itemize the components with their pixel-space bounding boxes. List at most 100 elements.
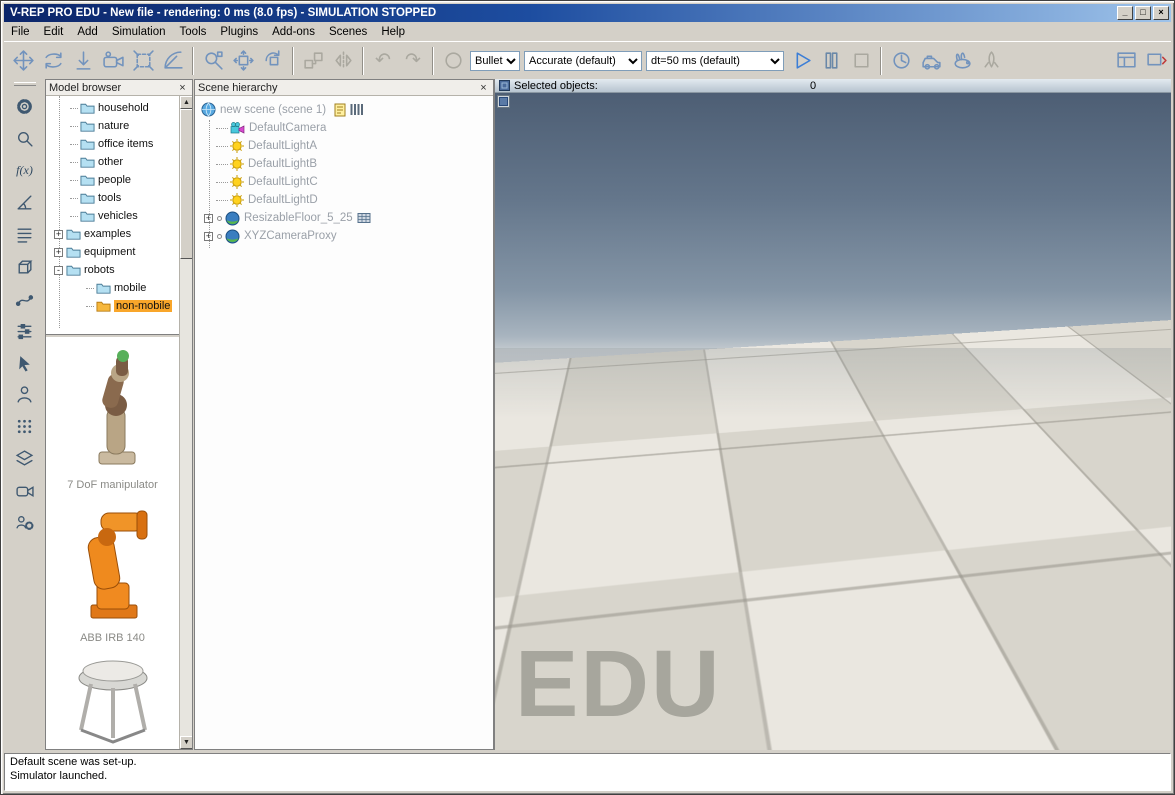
collections-button[interactable] — [10, 220, 40, 248]
folder-item[interactable]: tools — [46, 189, 179, 207]
scene-3d-view[interactable]: EDU y x — [495, 93, 1171, 750]
redo-button[interactable]: ↷ — [398, 46, 428, 76]
folder-item[interactable]: people — [46, 171, 179, 189]
folder-item[interactable]: vehicles — [46, 207, 179, 225]
threaded-rendering-button[interactable] — [976, 46, 1006, 76]
menu-plugins[interactable]: Plugins — [213, 23, 265, 41]
person-tool-button[interactable] — [10, 380, 40, 408]
dynamics-toggle-button[interactable] — [438, 46, 468, 76]
start-simulation-button[interactable] — [786, 46, 816, 76]
minimize-button[interactable]: _ — [1117, 6, 1133, 20]
undo-button[interactable]: ↶ — [368, 46, 398, 76]
expand-icon[interactable]: + — [54, 230, 63, 239]
simulation-settings-button[interactable] — [10, 92, 40, 120]
tilt-view-button[interactable] — [158, 46, 188, 76]
folder-item[interactable]: office items — [46, 135, 179, 153]
scene-item-light[interactable]: DefaultLightB — [201, 155, 493, 173]
menu-help[interactable]: Help — [374, 23, 412, 41]
folder-item[interactable]: nature — [46, 117, 179, 135]
engine-select[interactable]: Bullet — [470, 51, 520, 71]
columns-icon[interactable] — [350, 103, 363, 116]
model-browser-close-icon[interactable]: × — [176, 82, 189, 94]
menu-tools[interactable]: Tools — [173, 23, 214, 41]
object-rotate-button[interactable] — [258, 46, 288, 76]
real-time-mode-button[interactable] — [886, 46, 916, 76]
folder-item[interactable]: + equipment — [46, 243, 179, 261]
note-icon[interactable] — [334, 103, 346, 117]
film-icon[interactable] — [357, 212, 371, 224]
tree-connector — [70, 162, 78, 163]
assemble-button[interactable] — [298, 46, 328, 76]
menu-simulation[interactable]: Simulation — [105, 23, 173, 41]
scene-item-camera[interactable]: DefaultCamera — [201, 119, 493, 137]
user-settings-button[interactable] — [10, 508, 40, 536]
scene-root-item[interactable]: new scene (scene 1) — [201, 100, 493, 119]
layers-button[interactable] — [10, 444, 40, 472]
page-toggle-button[interactable] — [497, 95, 510, 108]
model-thumbnail[interactable]: 7 DoF manipulator — [46, 348, 179, 491]
object-shift-button[interactable] — [228, 46, 258, 76]
video-recorder-button[interactable] — [10, 476, 40, 504]
model-browser-scrollbar[interactable]: ▲ ▼ — [179, 96, 192, 749]
visibility-dot-icon[interactable] — [217, 216, 222, 221]
scene-item-light[interactable]: DefaultLightA — [201, 137, 493, 155]
folder-item[interactable]: mobile — [46, 279, 179, 297]
scene-item-light[interactable]: DefaultLightC — [201, 173, 493, 191]
camera-angle-button[interactable] — [98, 46, 128, 76]
scene-hierarchy-close-icon[interactable]: × — [477, 82, 490, 94]
environment-settings-button[interactable] — [10, 316, 40, 344]
menu-add[interactable]: Add — [70, 23, 104, 41]
pan-tool-button[interactable] — [8, 46, 38, 76]
shape-edit-button[interactable] — [10, 252, 40, 280]
point-grid-button[interactable] — [10, 412, 40, 440]
close-button[interactable]: × — [1153, 6, 1169, 20]
tree-connector — [70, 126, 78, 127]
selection-button[interactable] — [10, 348, 40, 376]
timestep-select[interactable]: dt=50 ms (default) — [646, 51, 784, 71]
scene-tree: new scene (scene 1) DefaultCamera Defaul… — [195, 96, 493, 749]
sim-speed-button[interactable] — [946, 46, 976, 76]
menu-file[interactable]: File — [4, 23, 37, 41]
viewport[interactable]: Selected objects: 0 EDU y x — [494, 79, 1171, 750]
scrollbar-thumb[interactable] — [180, 109, 192, 259]
folder-item[interactable]: other — [46, 153, 179, 171]
scene-selector-button[interactable] — [1141, 46, 1171, 76]
model-thumbnail[interactable] — [46, 654, 179, 749]
rotation-settings-button[interactable] — [10, 188, 40, 216]
path-edit-button[interactable] — [10, 284, 40, 312]
scene-hierarchy-title: Scene hierarchy — [198, 82, 278, 94]
visibility-dot-icon[interactable] — [217, 234, 222, 239]
scene-item-light[interactable]: DefaultLightD — [201, 191, 493, 209]
expand-icon[interactable]: + — [54, 248, 63, 257]
stop-simulation-button[interactable] — [846, 46, 876, 76]
calculation-modules-button[interactable]: f(x) — [10, 156, 40, 184]
window-title: V-REP PRO EDU - New file - rendering: 0 … — [10, 7, 1115, 19]
transfer-dna-button[interactable] — [328, 46, 358, 76]
expand-icon[interactable]: + — [204, 232, 213, 241]
dynamic-content-button[interactable] — [916, 46, 946, 76]
expand-icon[interactable]: + — [204, 214, 213, 223]
model-thumbnail[interactable]: ABB IRB 140 — [46, 501, 179, 644]
folder-item-selected[interactable]: non-mobile — [46, 297, 179, 315]
scene-item-floor[interactable]: + ResizableFloor_5_25 — [201, 209, 493, 227]
menu-scenes[interactable]: Scenes — [322, 23, 374, 41]
folder-item[interactable]: + examples — [46, 225, 179, 243]
select-tool-button[interactable] — [198, 46, 228, 76]
maximize-button[interactable]: □ — [1135, 6, 1151, 20]
scroll-down-icon[interactable]: ▼ — [180, 736, 192, 749]
collapse-icon[interactable]: - — [54, 266, 63, 275]
page-layout-button[interactable] — [1111, 46, 1141, 76]
rotate-view-button[interactable] — [38, 46, 68, 76]
folder-item[interactable]: - robots — [46, 261, 179, 279]
shift-view-button[interactable] — [68, 46, 98, 76]
menu-addons[interactable]: Add-ons — [265, 23, 322, 41]
scroll-up-icon[interactable]: ▲ — [180, 96, 192, 109]
accuracy-select[interactable]: Accurate (default) — [524, 51, 642, 71]
pause-simulation-button[interactable] — [816, 46, 846, 76]
fit-to-view-button[interactable] — [128, 46, 158, 76]
scene-item-proxy[interactable]: + XYZCameraProxy — [201, 227, 493, 245]
menu-edit[interactable]: Edit — [37, 23, 71, 41]
folder-icon — [80, 174, 95, 186]
object-properties-button[interactable] — [10, 124, 40, 152]
folder-item[interactable]: household — [46, 99, 179, 117]
